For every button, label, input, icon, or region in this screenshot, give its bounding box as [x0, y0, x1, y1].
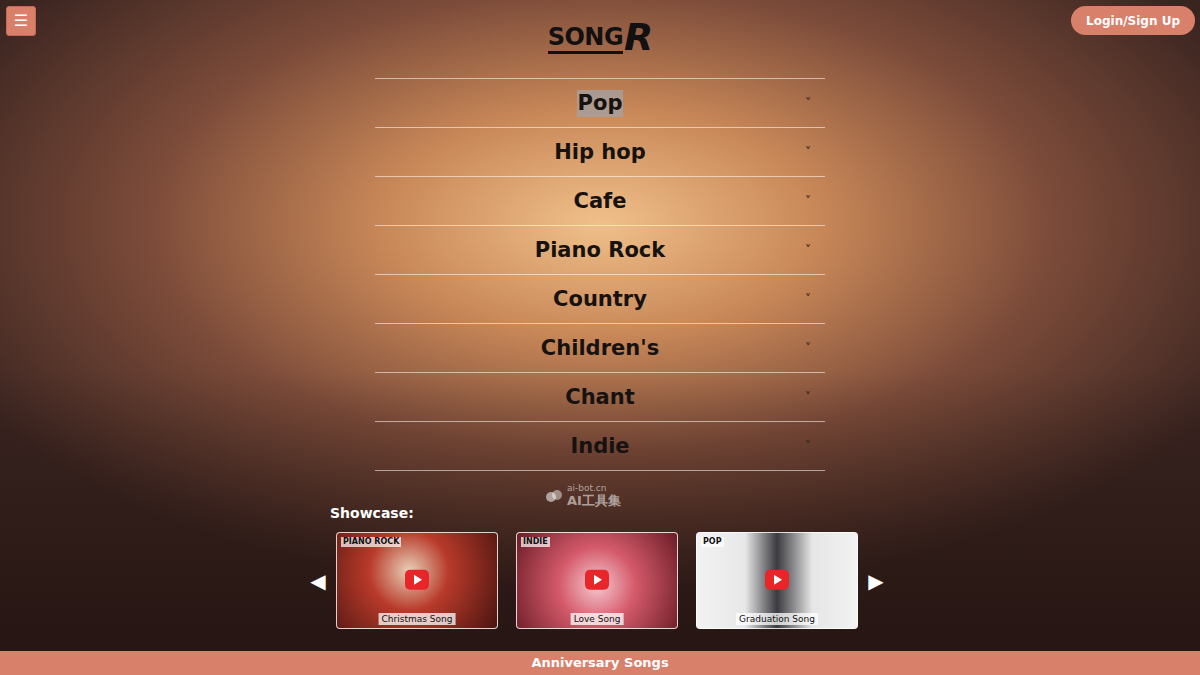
genre-row[interactable]: Hip hop ˅ [375, 127, 825, 176]
card-title: Graduation Song [736, 613, 818, 625]
genre-highlight: Children's [540, 335, 660, 362]
chevron-icon[interactable]: ˅ [805, 97, 811, 109]
watermark-name: AI工具集 [567, 494, 621, 508]
card-list: PIANO ROCK Christmas Song INDIE Love Song PO… [336, 532, 858, 629]
genre-label[interactable]: Piano Rock [534, 237, 666, 263]
watermark-logo-icon [545, 489, 563, 503]
watermark-text: ai-bot.cnAI工具集 [567, 484, 621, 508]
song-card[interactable]: PIANO ROCK Christmas Song [336, 532, 498, 629]
card-title: Christmas Song [379, 613, 456, 625]
genre-label[interactable]: Pop [577, 90, 624, 116]
logo[interactable]: SONGR [548, 6, 654, 54]
genre-row[interactable]: Cafe ˅ [375, 176, 825, 225]
play-icon[interactable] [764, 566, 790, 592]
genre-highlight: Piano Rock [534, 237, 666, 264]
genre-label[interactable]: Cafe [573, 188, 628, 214]
footer-label[interactable]: Anniversary Songs [531, 653, 668, 673]
chevron-icon[interactable]: ˅ [805, 244, 811, 256]
carousel: ◀PIANO ROCKChristmas SongINDIELove SongP… [300, 532, 900, 629]
genre-row[interactable]: Pop ˅ [375, 78, 825, 127]
watermark: ai-bot.cnAI工具集 [545, 484, 621, 508]
prev-arrow-icon[interactable]: ◀ [300, 566, 336, 596]
chevron-icon[interactable]: ˅ [805, 342, 811, 354]
genre-label[interactable]: Chant [564, 384, 636, 410]
genre-highlight: Hip hop [553, 139, 647, 166]
genre-label[interactable]: Hip hop [553, 139, 647, 165]
song-card[interactable]: POP Graduation Song [696, 532, 858, 629]
logo-mark: R [624, 20, 653, 54]
showcase: Showcase: ◀ PIANO ROCK Christmas Song INDIE L… [300, 503, 900, 629]
genre-label[interactable]: Indie [569, 433, 630, 459]
genre-row[interactable]: Country ˅ [375, 274, 825, 323]
genre-highlight: Indie [569, 433, 630, 460]
song-card[interactable]: INDIE Love Song [516, 532, 678, 629]
menu-button[interactable]: ☰ [6, 6, 36, 36]
card-genre: PIANO ROCK [341, 537, 401, 547]
card-title: Love Song [571, 613, 624, 625]
logo-text: SONG [548, 25, 623, 54]
page: ☰ SONGR Login/Sign Up Pop˅Hip hop˅Cafe˅P… [0, 0, 1200, 675]
genre-row[interactable]: Children's ˅ [375, 323, 825, 372]
card-genre: INDIE [521, 537, 550, 547]
chevron-icon[interactable]: ˅ [805, 146, 811, 158]
chevron-icon[interactable]: ˅ [805, 195, 811, 207]
genre-row[interactable]: Indie ˅ [375, 421, 825, 470]
genre-highlight: Chant [564, 384, 636, 411]
play-icon[interactable] [404, 566, 430, 592]
chevron-icon[interactable]: ˅ [805, 391, 811, 403]
showcase-title: Showcase: [300, 503, 900, 524]
watermark-domain: ai-bot.cn [567, 484, 621, 494]
genre-row[interactable]: Piano Rock ˅ [375, 225, 825, 274]
chevron-icon[interactable]: ˅ [805, 293, 811, 305]
chevron-icon[interactable]: ˅ [805, 440, 811, 452]
login-button[interactable]: Login/Sign Up [1071, 6, 1195, 35]
genre-list: Pop˅Hip hop˅Cafe˅Piano Rock˅Country˅Chil… [375, 78, 825, 471]
genre-label[interactable]: Country [552, 286, 648, 312]
genre-row[interactable]: Chant ˅ [375, 372, 825, 421]
next-arrow-icon[interactable]: ▶ [858, 566, 894, 596]
genre-label[interactable]: Children's [540, 335, 660, 361]
card-genre: POP [701, 537, 724, 547]
footer-bar[interactable]: Anniversary Songs [0, 651, 1200, 675]
genre-highlight: Pop [577, 90, 624, 117]
genre-highlight: Cafe [573, 188, 628, 215]
genre-highlight: Country [552, 286, 648, 313]
header: ☰ SONGR Login/Sign Up [0, 0, 1200, 78]
play-icon[interactable] [584, 566, 610, 592]
